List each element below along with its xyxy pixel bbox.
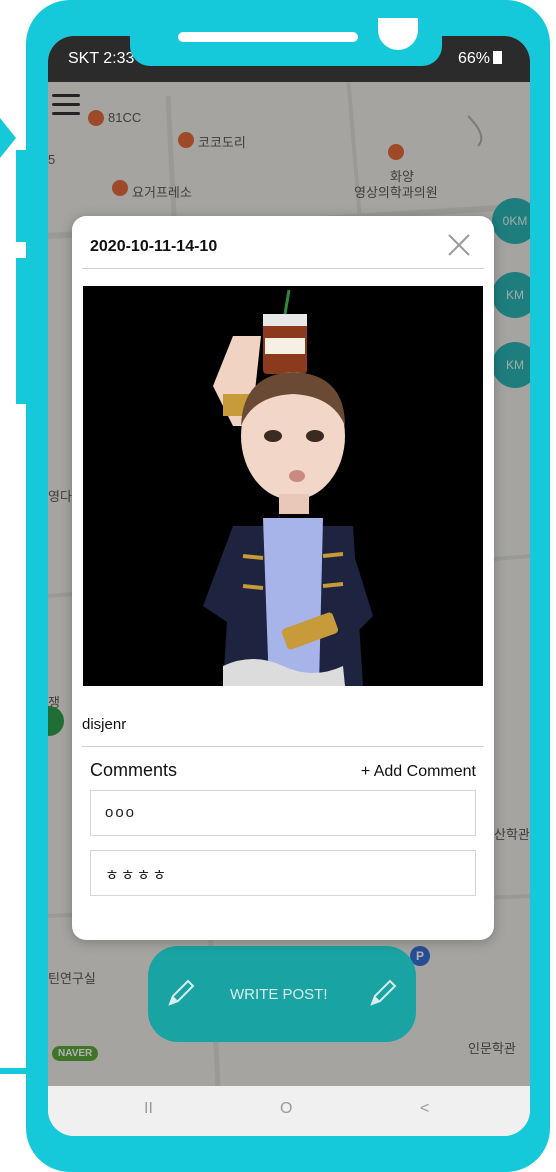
status-time: SKT 2:33	[68, 50, 135, 67]
battery-indicator: 66%	[458, 50, 502, 68]
android-nav-bar: II O <	[48, 1086, 530, 1136]
header-divider	[82, 268, 484, 269]
home-button[interactable]: O	[280, 1100, 292, 1118]
comment-text: ooo	[105, 804, 137, 821]
pencil-icon	[370, 979, 397, 1006]
close-icon[interactable]	[446, 232, 472, 258]
battery-icon	[493, 51, 502, 64]
write-post-label: WRITE POST!	[230, 986, 328, 1003]
pencil-icon	[168, 979, 195, 1006]
write-post-button[interactable]: WRITE POST!	[148, 946, 416, 1042]
comment-text: ㅎㅎㅎㅎ	[105, 867, 169, 884]
recents-button[interactable]: II	[144, 1100, 153, 1118]
post-photo-illustration	[83, 286, 483, 686]
comments-heading: Comments	[90, 760, 178, 780]
add-comment-button[interactable]: + Add Comment	[361, 763, 476, 781]
author-divider	[82, 746, 484, 747]
post-title: 2020-10-11-14-10	[90, 238, 218, 255]
left-arrow-decoration	[0, 118, 16, 158]
phone-screen: 81CC 코코도리 요거프레소 화양 영상의학과의원 영다 쟁 산학관 틴연구실…	[48, 36, 530, 1136]
phone-speaker	[178, 32, 358, 42]
back-button[interactable]: <	[420, 1100, 429, 1118]
post-photo	[83, 286, 483, 686]
battery-percent: 66%	[457, 50, 490, 67]
post-detail-modal: 2020-10-11-14-10 disjenr Comments + Add …	[72, 216, 494, 940]
post-author: disjenr	[82, 716, 127, 733]
comment-item: ㅎㅎㅎㅎ	[90, 850, 476, 896]
comment-item: ooo	[90, 790, 476, 836]
